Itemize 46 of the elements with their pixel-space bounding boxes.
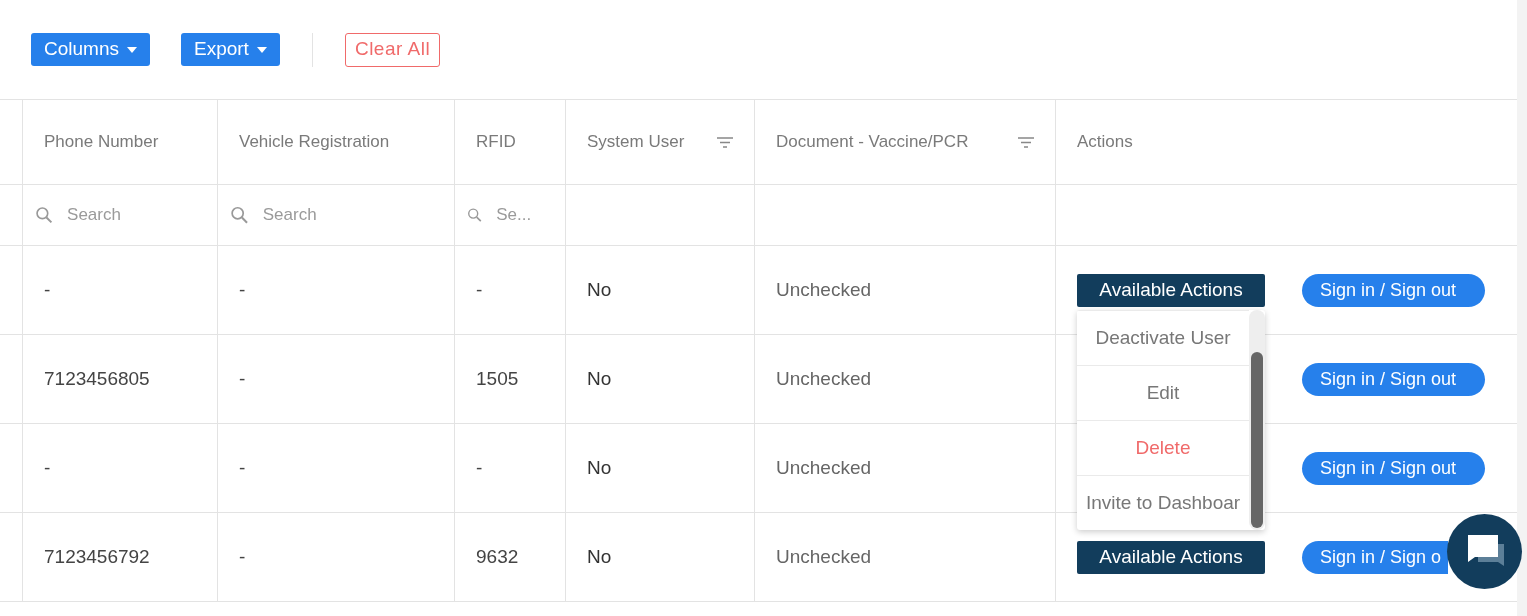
sign-in-out-button[interactable]: Sign in / Sign out	[1302, 273, 1485, 307]
table-cell-text: -	[476, 455, 483, 480]
column-header: Phone Number	[44, 131, 159, 154]
search-field[interactable]: Search	[67, 202, 213, 228]
filter-icon[interactable]	[717, 136, 733, 148]
dropdown-button[interactable]: Export	[181, 33, 280, 66]
column-header: Document - Vaccine/PCR	[776, 131, 969, 154]
table-cell-text: 1505	[476, 366, 519, 391]
table-cell-text: -	[239, 544, 246, 569]
sign-in-out-button[interactable]: Sign in / Sign out	[1302, 362, 1485, 396]
column-header: Vehicle Registration	[239, 131, 390, 154]
table-cell-text: Unchecked	[776, 277, 872, 302]
table-cell-text: -	[44, 455, 51, 480]
table-cell-text: 9632	[476, 544, 519, 569]
table-cell-text: Unchecked	[776, 544, 872, 569]
table-cell-text: No	[587, 455, 612, 480]
column-header: System User	[587, 131, 685, 154]
available-actions-button[interactable]: Available Actions	[1077, 273, 1265, 307]
table-cell-text: 7123456805	[44, 366, 150, 391]
search-icon	[230, 204, 249, 226]
search-icon	[35, 204, 54, 226]
column-header: RFID	[476, 131, 516, 154]
column-header: Actions	[1077, 131, 1133, 154]
filter-icon[interactable]	[1018, 136, 1034, 148]
available-actions-button[interactable]: Available Actions	[1077, 540, 1265, 574]
caret-icon	[127, 46, 137, 53]
table-cell-text: -	[44, 277, 51, 302]
sign-in-out-button[interactable]: Sign in / Sign out	[1302, 451, 1485, 485]
table-cell-text: -	[239, 277, 246, 302]
table-cell-text: No	[587, 366, 612, 391]
search-field[interactable]: Se...	[496, 202, 561, 228]
clear-all-button[interactable]: Clear All	[344, 32, 441, 67]
table-cell-text: -	[239, 455, 246, 480]
dropdown-button[interactable]: Columns	[31, 33, 150, 66]
table-cell-text: Unchecked	[776, 455, 872, 480]
caret-icon	[256, 46, 267, 53]
search-field[interactable]: Search	[262, 202, 450, 228]
table-cell-text: Unchecked	[776, 366, 872, 391]
table-cell-text: -	[476, 277, 483, 302]
table-cell-text: 7123456792	[44, 544, 150, 569]
table-cell-text: No	[587, 277, 612, 302]
page-scrollbar[interactable]	[1517, 0, 1527, 616]
sign-in-out-button[interactable]: Sign in / Sign o	[1302, 540, 1448, 574]
table-cell-text: No	[587, 544, 612, 569]
table-cell-text: -	[239, 366, 246, 391]
scrollbar[interactable]	[1249, 310, 1265, 530]
